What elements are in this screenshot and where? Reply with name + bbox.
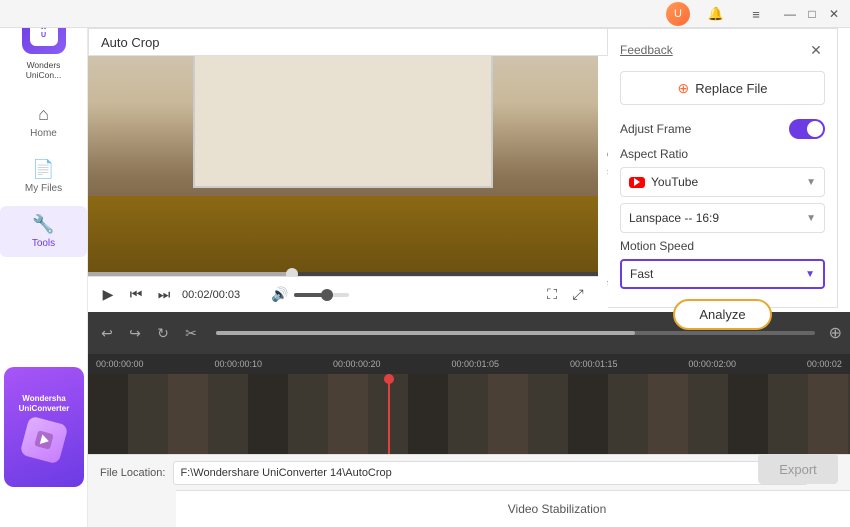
footer-center: Video Stabilization (188, 502, 850, 516)
video-controls: ▶ ⏮ ⏭ 00:02/00:03 🔊 ⛶ ⤢ (88, 276, 598, 312)
youtube-play-icon (634, 178, 640, 186)
window-titlebar: U 🔔 ≡ — □ ✕ (0, 0, 850, 28)
sidebar: WU WondersUniCon... ⌂ Home 📄 My Files 🔧 … (0, 0, 88, 527)
home-icon: ⌂ (38, 104, 49, 125)
right-controls: ⛶ ⤢ (542, 285, 588, 305)
video-preview (88, 28, 598, 276)
volume-thumb (321, 289, 333, 301)
desk-area (88, 196, 598, 276)
bottom-bar: File Location: F:\Wondershare UniConvert… (88, 454, 850, 490)
ruler-mark-3: 00:00:01:05 (451, 359, 499, 369)
timeline-ruler: 00:00:00:00 00:00:00:10 00:00:00:20 00:0… (88, 354, 850, 374)
zoom-slider[interactable] (216, 331, 815, 335)
zoom-fill (216, 331, 635, 335)
refresh-button[interactable]: ↻ (152, 322, 174, 344)
user-avatar[interactable]: U (666, 2, 690, 26)
time-display: 00:02/00:03 (182, 289, 262, 301)
brand-label: WondersUniCon... (22, 60, 65, 80)
replace-file-label: Replace File (695, 81, 767, 96)
adjust-frame-row: Adjust Frame (620, 119, 825, 139)
notification-icon[interactable]: 🔔 (702, 0, 730, 28)
minimize-button[interactable]: — (782, 6, 798, 22)
prev-frame-button[interactable]: ⏮ (126, 285, 146, 305)
youtube-option-text: YouTube (651, 175, 806, 189)
menu-dots-icon[interactable]: ≡ (742, 0, 770, 28)
motion-speed-label: Motion Speed (620, 239, 825, 253)
sidebar-item-home[interactable]: ⌂ Home (0, 96, 87, 147)
adjust-frame-toggle[interactable] (789, 119, 825, 139)
landscape-option-text: Lanspace -- 16:9 (629, 211, 806, 225)
autocrop-panel-header: Feedback ✕ (620, 41, 825, 59)
zoom-out-icon[interactable]: ⊕ (829, 323, 842, 343)
play-button[interactable]: ▶ (98, 285, 118, 305)
replace-file-button[interactable]: ⊕ Replace File (620, 71, 825, 105)
ruler-mark-6: 00:00:02 (807, 359, 842, 369)
analyze-button[interactable]: Analyze (673, 299, 771, 330)
ruler-mark-1: 00:00:00:10 (214, 359, 262, 369)
aspect-ratio-label: Aspect Ratio (620, 147, 825, 161)
ruler-marks: 00:00:00:00 00:00:00:10 00:00:00:20 00:0… (88, 359, 850, 369)
fullscreen-icon[interactable]: ⤢ (568, 285, 588, 305)
home-label: Home (30, 128, 57, 139)
panel-close-button[interactable]: ✕ (807, 41, 825, 59)
autocrop-panel: Feedback ✕ ⊕ Replace File Adjust Frame A… (608, 28, 838, 308)
export-button[interactable]: Export (758, 454, 838, 484)
track-frames (88, 374, 850, 454)
main-area: Converter ages to other ditor subtitle t… (88, 0, 850, 527)
maximize-button[interactable]: □ (804, 6, 820, 22)
sidebar-item-tools[interactable]: 🔧 Tools (0, 206, 87, 257)
volume-icon[interactable]: 🔊 (270, 285, 290, 305)
motion-speed-arrow: ▼ (805, 269, 815, 280)
volume-slider[interactable] (294, 293, 349, 297)
footer-bar: Video Stabilization (176, 490, 850, 527)
ruler-mark-2: 00:00:00:20 (333, 359, 381, 369)
landscape-dropdown[interactable]: Lanspace -- 16:9 ▼ (620, 203, 825, 233)
promo-title: WondershaUniConverter (19, 394, 70, 413)
top-icons-area: U 🔔 ≡ (666, 0, 770, 28)
redo-button[interactable]: ↪ (124, 322, 146, 344)
tools-icon: 🔧 (32, 214, 54, 235)
file-location-value: F:\Wondershare UniConverter 14\AutoCrop (180, 467, 391, 479)
replace-icon: ⊕ (678, 80, 690, 97)
ruler-mark-0: 00:00:00:00 (96, 359, 144, 369)
cursor-head (384, 374, 394, 384)
video-content (88, 28, 598, 276)
myfiles-label: My Files (25, 183, 62, 194)
toggle-knob (807, 121, 823, 137)
next-frame-button[interactable]: ⏭ (154, 285, 174, 305)
timeline-cursor[interactable] (388, 374, 390, 454)
youtube-icon (629, 177, 645, 188)
projector-screen (193, 38, 493, 188)
motion-speed-value: Fast (630, 267, 805, 281)
sidebar-nav: ⌂ Home 📄 My Files 🔧 Tools (0, 96, 87, 257)
tools-label: Tools (32, 238, 55, 249)
classroom-background (88, 28, 598, 276)
ruler-mark-5: 00:00:02:00 (688, 359, 736, 369)
feedback-link[interactable]: Feedback (620, 43, 673, 57)
youtube-dropdown[interactable]: YouTube ▼ (620, 167, 825, 197)
close-button[interactable]: ✕ (826, 6, 842, 22)
autocrop-title: Auto Crop (101, 35, 160, 50)
footer-title: Video Stabilization (508, 502, 607, 516)
volume-area: 🔊 (270, 285, 349, 305)
adjust-frame-label: Adjust Frame (620, 122, 691, 136)
promo-icon (24, 420, 64, 460)
autocrop-titlebar: Auto Crop (88, 28, 608, 56)
file-location-input[interactable]: F:\Wondershare UniConverter 14\AutoCrop … (173, 461, 807, 485)
landscape-dropdown-arrow: ▼ (806, 213, 816, 224)
myfiles-icon: 📄 (32, 159, 54, 180)
timeline-track[interactable] (88, 374, 850, 454)
cut-button[interactable]: ✂ (180, 322, 202, 344)
motion-speed-dropdown[interactable]: Fast ▼ (620, 259, 825, 289)
youtube-dropdown-arrow: ▼ (806, 177, 816, 188)
promo-shape (20, 415, 69, 464)
promo-card[interactable]: WondershaUniConverter (4, 367, 84, 487)
fit-screen-icon[interactable]: ⛶ (542, 285, 562, 305)
ruler-mark-4: 00:00:01:15 (570, 359, 618, 369)
sidebar-item-myfiles[interactable]: 📄 My Files (0, 151, 87, 202)
undo-button[interactable]: ↩ (96, 322, 118, 344)
file-location-label: File Location: (100, 467, 165, 479)
window-controls: — □ ✕ (782, 6, 842, 22)
